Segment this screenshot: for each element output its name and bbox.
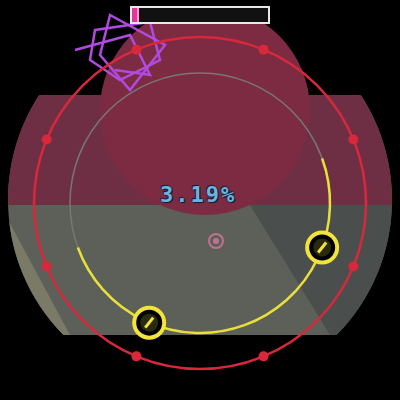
ring-dot bbox=[42, 134, 52, 144]
timing-arc bbox=[78, 159, 330, 333]
ring-dot bbox=[259, 45, 269, 55]
judge-ring bbox=[70, 73, 330, 333]
center-target-icon bbox=[209, 234, 223, 248]
background-picture bbox=[0, 5, 400, 335]
tap-note[interactable] bbox=[134, 308, 164, 338]
ring-dot bbox=[259, 351, 269, 361]
ring-dot bbox=[348, 134, 358, 144]
outer-ring bbox=[34, 37, 366, 369]
tap-note[interactable] bbox=[307, 232, 337, 262]
accuracy-readout: 3.19% bbox=[160, 180, 300, 209]
ring-dot bbox=[131, 45, 141, 55]
ring-dot bbox=[348, 262, 358, 272]
progress-fill bbox=[132, 8, 139, 22]
ring-dot bbox=[131, 351, 141, 361]
ring-dot bbox=[42, 262, 52, 272]
song-progress bbox=[130, 6, 270, 24]
game-stage[interactable]: 3.19% bbox=[0, 0, 400, 400]
